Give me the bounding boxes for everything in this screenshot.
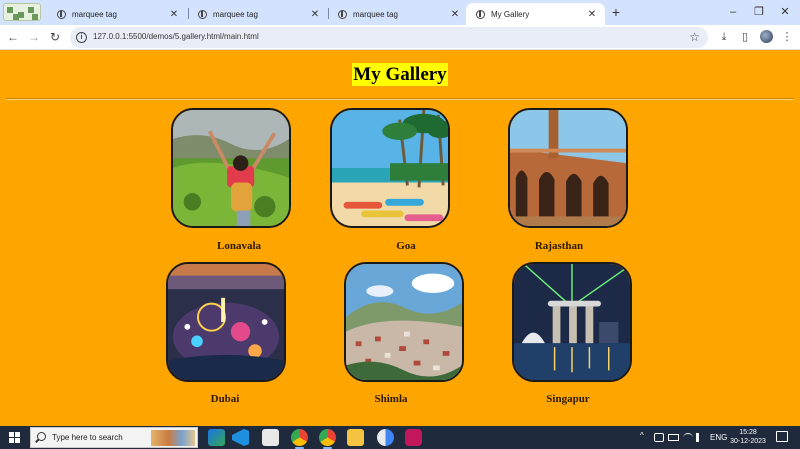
globe-icon [198,9,207,19]
globe-icon [57,9,66,19]
site-info-icon[interactable]: i [76,32,87,43]
tab-strip: marquee tag ✕ marquee tag ✕ marquee tag … [0,0,800,25]
gallery-caption: Dubai [210,393,240,405]
gallery-image-shimla [344,262,464,382]
close-tab-icon[interactable]: ✕ [450,9,460,20]
reload-button[interactable]: ↻ [47,29,63,45]
notification-icon[interactable] [776,431,788,442]
windows-taskbar: Type here to search ^ ENG 15:28 30-12-20… [0,426,800,449]
tab-marquee-1[interactable]: marquee tag ✕ [47,3,187,25]
gallery-caption: Goa [396,240,416,252]
tab-title: marquee tag [353,9,398,19]
vscode-icon[interactable] [232,429,249,446]
clock-time: 15:28 [739,429,757,436]
horizontal-rule [6,98,794,100]
globe-icon [476,9,485,19]
volume-icon[interactable] [696,433,705,442]
gallery-caption: Lonavala [216,240,261,252]
back-button[interactable]: ← [5,29,21,45]
chrome-profile-icon[interactable] [377,429,394,446]
windows-start-icon[interactable] [9,432,20,443]
clock-date: 30-12-2023 [730,438,766,445]
download-icon[interactable]: ⤓ [717,30,731,44]
tab-title: marquee tag [213,9,258,19]
menu-icon[interactable]: ⋮ [780,30,794,44]
network-icon[interactable] [654,433,664,442]
gallery-caption: Rajasthan [534,240,584,252]
bookmark-star-icon[interactable]: ☆ [689,30,700,44]
heading-wrapper: My Gallery [0,63,800,86]
close-tab-icon[interactable]: ✕ [169,9,179,20]
new-tab-button[interactable]: + [609,4,623,20]
url-text[interactable]: 127.0.0.1:5500/demos/5.gallery.html/main… [93,32,259,41]
task-view-icon[interactable] [208,429,225,446]
language-indicator[interactable]: ENG [710,433,727,442]
tab-marquee-2[interactable]: marquee tag ✕ [188,3,328,25]
search-highlight-image [151,430,195,446]
battery-icon[interactable] [668,434,679,441]
tab-title: My Gallery [491,9,530,19]
globe-icon [338,9,347,19]
wifi-icon[interactable] [683,433,693,443]
address-bar[interactable]: i 127.0.0.1:5500/demos/5.gallery.html/ma… [70,27,708,48]
browser-toolbar: ← → ↻ i 127.0.0.1:5500/demos/5.gallery.h… [0,25,800,50]
page-title: My Gallery [352,63,448,86]
profile-avatar[interactable] [760,30,773,43]
close-tab-icon[interactable]: ✕ [310,9,320,20]
gallery-caption: Singapur [546,393,590,405]
forward-button[interactable]: → [26,29,42,45]
qr-app-icon[interactable] [3,3,41,21]
gallery-image-goa [330,108,450,228]
gallery-caption: Shimla [374,393,408,405]
close-window-button[interactable]: ✕ [770,3,800,21]
side-panel-icon[interactable]: ▯ [738,30,752,44]
chrome-taskbar-icon-2[interactable] [319,429,336,449]
gallery-image-rajasthan [508,108,628,228]
tray-chevron-icon[interactable]: ^ [640,431,644,440]
search-placeholder: Type here to search [52,433,123,442]
taskbar-search-box[interactable]: Type here to search [30,427,198,448]
tab-marquee-3[interactable]: marquee tag ✕ [328,3,468,25]
tab-title: marquee tag [72,9,117,19]
gallery-image-dubai [166,262,286,382]
search-icon [37,432,46,441]
recorder-icon[interactable] [405,429,422,446]
gallery-page: My Gallery Lonavala Goa Rajasthan Dubai … [0,51,800,426]
gallery-image-lonavala [171,108,291,228]
tab-my-gallery[interactable]: My Gallery ✕ [466,3,605,25]
file-explorer-icon[interactable] [347,429,364,446]
app-store-icon[interactable] [262,429,279,446]
gallery-image-singapur [512,262,632,382]
chrome-taskbar-icon[interactable] [291,429,308,449]
close-tab-icon[interactable]: ✕ [587,9,597,20]
taskbar-clock[interactable]: 15:28 30-12-2023 [728,428,768,446]
